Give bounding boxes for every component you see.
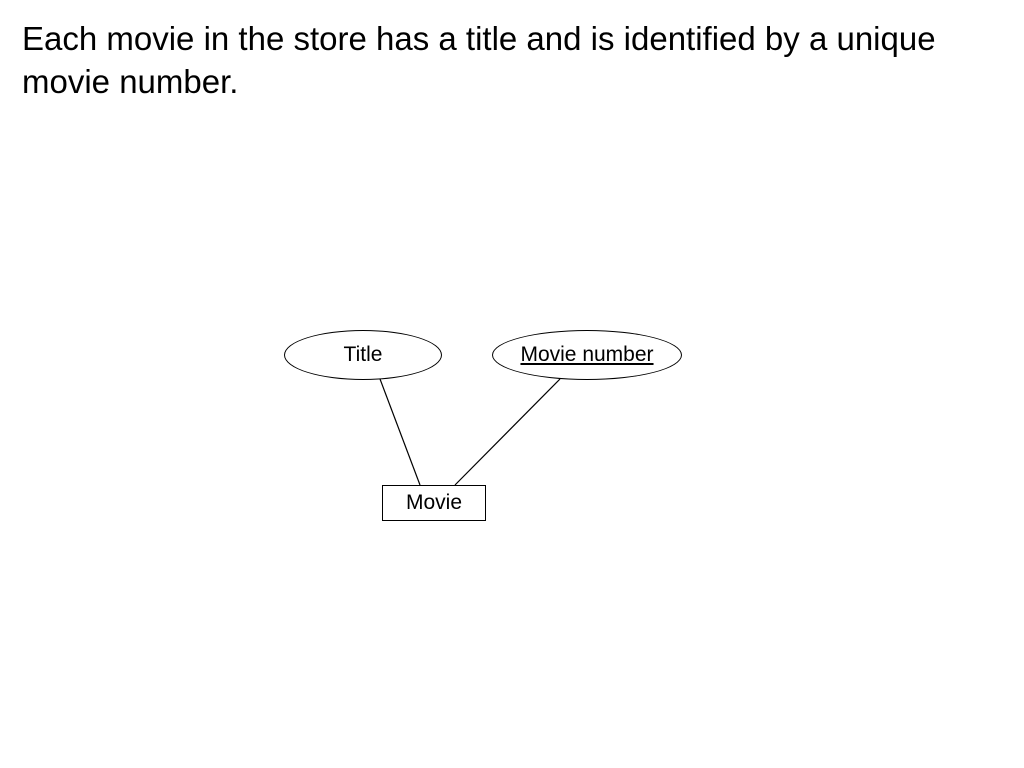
attribute-title-label: Title xyxy=(344,343,383,367)
attribute-movie-number-ellipse: Movie number xyxy=(492,330,682,380)
attribute-title-ellipse: Title xyxy=(284,330,442,380)
er-diagram: Title Movie number Movie xyxy=(270,330,770,550)
line-title-to-movie xyxy=(380,379,420,485)
entity-movie-label: Movie xyxy=(406,491,462,515)
line-movienumber-to-movie xyxy=(455,379,560,485)
entity-movie-box: Movie xyxy=(382,485,486,521)
slide-description: Each movie in the store has a title and … xyxy=(22,18,1002,104)
attribute-movie-number-label: Movie number xyxy=(520,343,653,367)
